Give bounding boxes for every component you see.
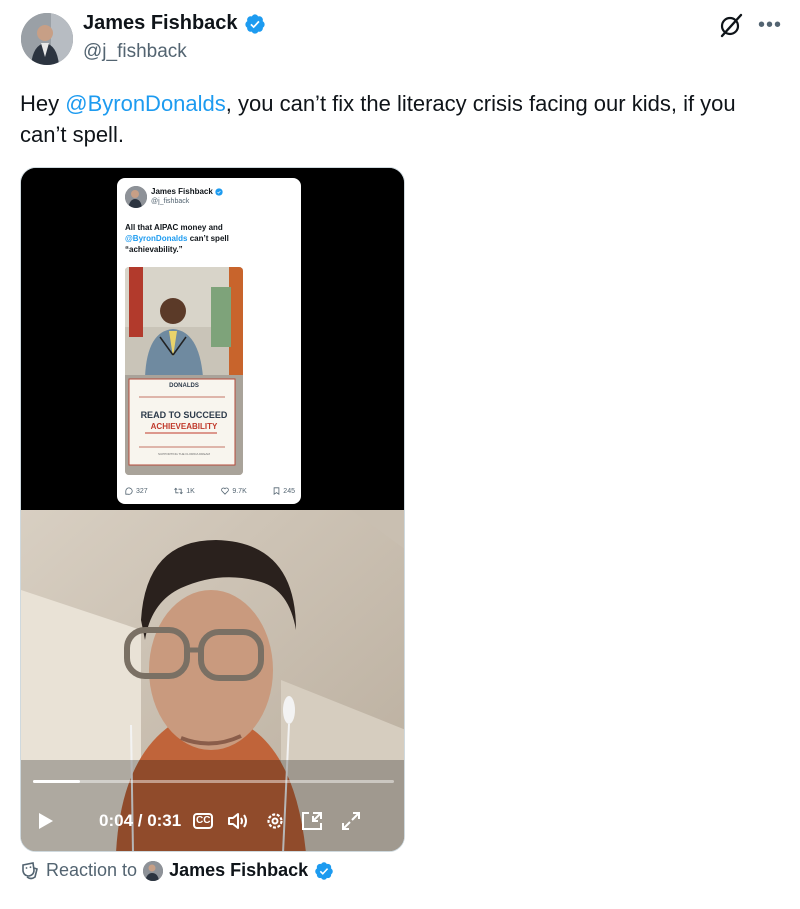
volume-button[interactable] bbox=[227, 811, 251, 831]
video-controls: 0:04 / 0:31 CC bbox=[37, 807, 392, 835]
embedded-reposts-count: 1K bbox=[186, 487, 195, 495]
fullscreen-icon bbox=[342, 812, 361, 830]
reaction-row[interactable]: Reaction to James Fishback bbox=[20, 860, 334, 881]
gear-icon bbox=[267, 813, 283, 829]
top-actions: ••• bbox=[718, 12, 782, 38]
embedded-photo: DONALDS READ TO SUCCEED ACHIEVEABILITY S… bbox=[125, 267, 243, 475]
like-icon bbox=[221, 487, 230, 495]
embedded-verified-icon bbox=[215, 187, 223, 196]
more-icon[interactable]: ••• bbox=[758, 15, 782, 35]
reaction-name[interactable]: James Fishback bbox=[169, 860, 308, 881]
embedded-text-line2: @ByronDonalds can’t spell bbox=[125, 233, 295, 244]
fullscreen-button[interactable] bbox=[341, 811, 361, 831]
sign-footer: SUPPORTING THE FLORIDA DREAM bbox=[158, 452, 210, 456]
captions-button[interactable]: CC bbox=[193, 813, 214, 829]
grok-icon[interactable] bbox=[718, 12, 744, 38]
mention-link[interactable]: @ByronDonalds bbox=[65, 91, 226, 116]
video-frame[interactable]: 0:04 / 0:31 CC bbox=[21, 510, 404, 851]
embedded-avatar bbox=[125, 186, 147, 208]
author-avatar[interactable] bbox=[21, 13, 73, 65]
embedded-likes: 9.7K bbox=[221, 487, 247, 495]
embedded-handle: @j_fishback bbox=[151, 198, 190, 205]
embedded-text: All that AIPAC money and @ByronDonalds c… bbox=[125, 222, 295, 255]
play-button[interactable] bbox=[37, 811, 55, 831]
video-progress-fill bbox=[33, 780, 80, 783]
reply-icon bbox=[125, 487, 133, 495]
sign-brand: DONALDS bbox=[169, 383, 199, 389]
tweet-text-prefix: Hey bbox=[20, 91, 66, 116]
verified-badge-icon bbox=[244, 13, 265, 34]
picture-in-picture-button[interactable] bbox=[301, 811, 323, 831]
tweet-text: Hey @ByronDonalds, you can’t fix the lit… bbox=[20, 88, 770, 150]
embedded-bookmarks: 245 bbox=[273, 487, 295, 495]
embedded-name: James Fishback bbox=[151, 187, 213, 196]
embedded-text-line2-rest: can’t spell bbox=[187, 234, 229, 243]
sign-title: READ TO SUCCEED bbox=[140, 410, 228, 420]
video-frame-image bbox=[21, 510, 404, 851]
picture-in-picture-icon bbox=[302, 812, 323, 830]
video-time: 0:04 / 0:31 bbox=[99, 811, 182, 830]
embedded-reposts: 1K bbox=[174, 487, 195, 495]
bookmark-icon bbox=[273, 487, 280, 495]
author-name[interactable]: James Fishback bbox=[83, 12, 238, 35]
embedded-mention: @ByronDonalds bbox=[125, 234, 188, 243]
video-top-pane: James Fishback @j_fishback All that AIPA… bbox=[21, 168, 404, 510]
video-progress-bar[interactable] bbox=[33, 780, 394, 783]
reaction-avatar[interactable] bbox=[143, 860, 164, 881]
repost-icon bbox=[174, 487, 184, 495]
reaction-label: Reaction to bbox=[46, 860, 138, 880]
embedded-replies: 327 bbox=[125, 487, 148, 495]
video-player[interactable]: James Fishback @j_fishback All that AIPA… bbox=[20, 167, 405, 852]
author-handle[interactable]: @j_fishback bbox=[83, 41, 187, 63]
embedded-post-card: James Fishback @j_fishback All that AIPA… bbox=[117, 178, 301, 504]
embedded-name-row: James Fishback bbox=[151, 187, 223, 196]
sign-subtitle: ACHIEVEABILITY bbox=[150, 422, 218, 431]
reaction-verified-icon bbox=[315, 861, 333, 880]
volume-icon bbox=[228, 813, 248, 829]
settings-button[interactable] bbox=[265, 811, 285, 831]
embedded-stats: 327 1K 9.7K 245 bbox=[125, 487, 295, 495]
embedded-text-line1: All that AIPAC money and bbox=[125, 223, 223, 232]
embedded-likes-count: 9.7K bbox=[232, 487, 247, 495]
theater-masks-icon bbox=[22, 861, 38, 879]
play-icon bbox=[39, 813, 53, 829]
embedded-replies-count: 327 bbox=[136, 487, 148, 495]
embedded-text-line3: “achievability.” bbox=[125, 245, 183, 254]
author-name-row[interactable]: James Fishback bbox=[83, 12, 266, 35]
embedded-bookmarks-count: 245 bbox=[283, 487, 295, 495]
